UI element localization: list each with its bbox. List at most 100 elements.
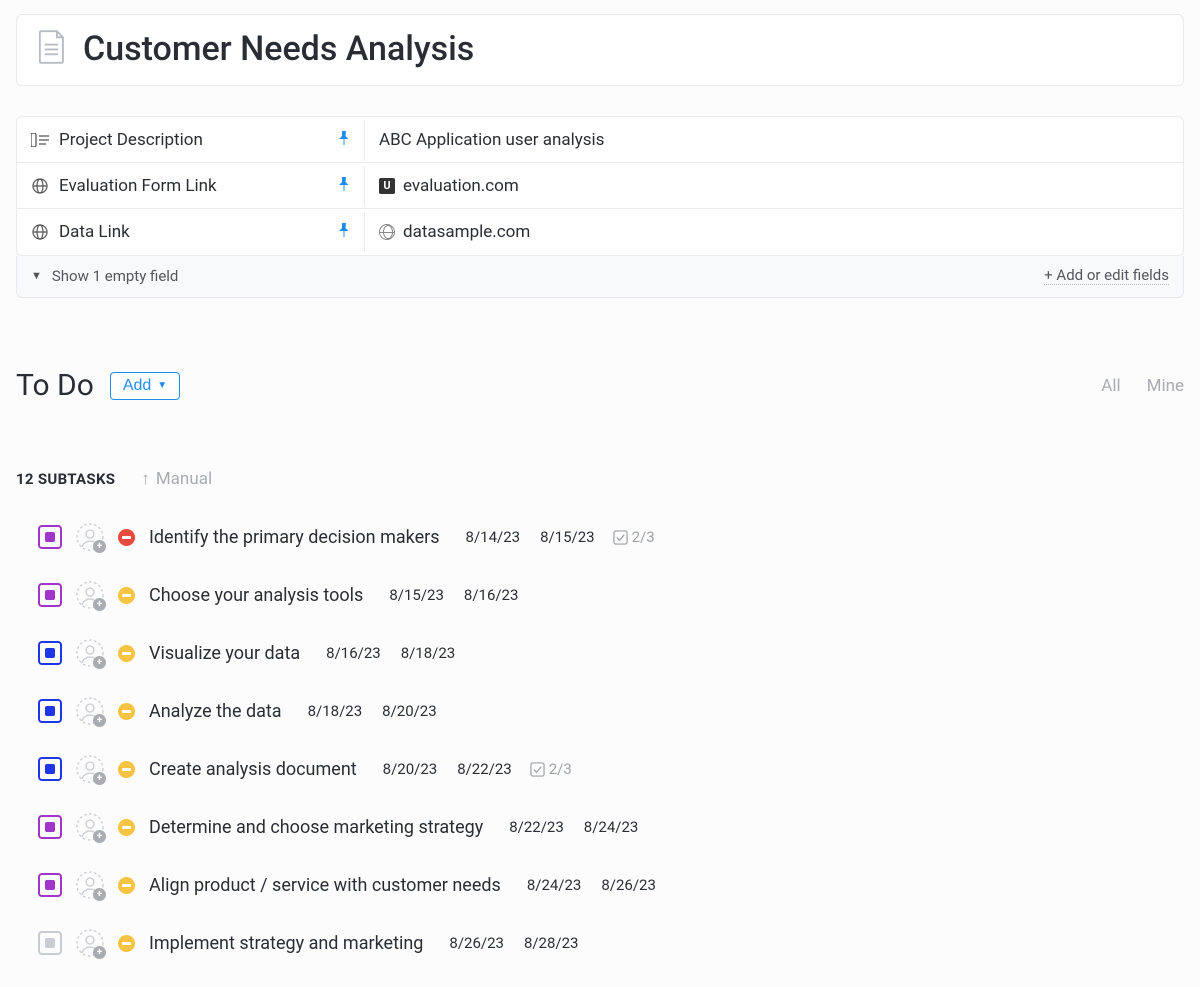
start-date: 8/20/23 <box>383 760 438 778</box>
task-dates[interactable]: 8/16/23 8/18/23 <box>326 644 455 662</box>
task-title[interactable]: Identify the primary decision makers <box>149 527 440 548</box>
plus-icon: + <box>93 772 106 785</box>
task-row: + Choose your analysis tools 8/15/238/16/2… <box>38 581 1184 609</box>
field-row: Data Link datasample.com <box>17 209 1183 255</box>
priority-badge[interactable] <box>118 935 135 952</box>
task-dates[interactable]: 8/18/23 8/20/23 <box>308 702 437 720</box>
field-value[interactable]: ABC Application user analysis <box>365 120 1183 160</box>
assignee-avatar[interactable]: + <box>76 929 104 957</box>
show-empty-fields-toggle[interactable]: ▼ Show 1 empty field <box>31 267 178 285</box>
field-label-evaluation-link[interactable]: Evaluation Form Link <box>17 166 365 206</box>
task-dates[interactable]: 8/15/238/16/23 <box>389 586 518 604</box>
plus-icon: + <box>93 714 106 727</box>
assignee-avatar[interactable]: + <box>76 581 104 609</box>
pin-icon[interactable] <box>338 177 350 195</box>
due-date: 8/28/23 <box>524 934 579 952</box>
start-date: 8/18/23 <box>308 702 363 720</box>
due-date: 8/26/23 <box>601 876 656 894</box>
priority-badge[interactable] <box>118 645 135 662</box>
subtasks-meta: 12 SUBTASKS ↑ Manual <box>16 469 1184 489</box>
field-value[interactable]: datasample.com <box>365 212 1183 252</box>
add-button[interactable]: Add ▼ <box>110 372 180 400</box>
subtasks-list: + Identify the primary decision makers 8/1… <box>16 523 1184 957</box>
assignee-avatar[interactable]: + <box>76 871 104 899</box>
field-label-data-link[interactable]: Data Link <box>17 212 365 252</box>
status-box[interactable] <box>38 525 62 549</box>
due-date: 8/18/23 <box>401 644 456 662</box>
field-value[interactable]: U evaluation.com <box>365 166 1183 206</box>
task-title[interactable]: Visualize your data <box>149 643 300 664</box>
page-title-card: Customer Needs Analysis <box>16 14 1184 86</box>
assignee-avatar[interactable]: + <box>76 639 104 667</box>
task-dates[interactable]: 8/20/238/22/23 <box>383 760 512 778</box>
task-dates[interactable]: 8/22/23 8/24/23 <box>509 818 638 836</box>
sort-toggle[interactable]: ↑ Manual <box>141 469 212 489</box>
pin-icon[interactable] <box>338 223 350 241</box>
status-box[interactable] <box>38 583 62 607</box>
task-row: + Analyze the data 8/18/23 8/20/23 <box>38 697 1184 725</box>
checklist-progress[interactable]: 2/3 <box>530 760 572 778</box>
plus-icon: + <box>93 946 106 959</box>
favicon-icon <box>379 224 395 240</box>
plus-icon: + <box>93 656 106 669</box>
chevron-down-icon: ▼ <box>157 380 167 391</box>
task-title[interactable]: Align product / service with customer ne… <box>149 875 501 896</box>
arrow-up-icon: ↑ <box>141 469 150 489</box>
priority-badge[interactable] <box>118 703 135 720</box>
task-row: + Visualize your data 8/16/23 8/18/23 <box>38 639 1184 667</box>
priority-badge[interactable] <box>118 877 135 894</box>
filter-mine[interactable]: Mine <box>1147 376 1184 396</box>
document-icon <box>37 30 67 68</box>
field-label-project-description[interactable]: Project Description <box>17 120 365 160</box>
assignee-avatar[interactable]: + <box>76 813 104 841</box>
due-date: 8/16/23 <box>464 586 519 604</box>
priority-badge[interactable] <box>118 819 135 836</box>
todo-heading: To Do <box>16 368 94 403</box>
start-date: 8/22/23 <box>509 818 564 836</box>
status-box[interactable] <box>38 873 62 897</box>
task-title[interactable]: Determine and choose marketing strategy <box>149 817 483 838</box>
assignee-avatar[interactable]: + <box>76 755 104 783</box>
status-box[interactable] <box>38 699 62 723</box>
plus-icon: + <box>93 540 106 553</box>
priority-badge[interactable] <box>118 529 135 546</box>
plus-icon: + <box>93 598 106 611</box>
field-row: Project Description ABC Application user… <box>17 117 1183 163</box>
plus-icon: + <box>93 888 106 901</box>
due-date: 8/20/23 <box>382 702 437 720</box>
task-dates[interactable]: 8/26/238/28/23 <box>449 934 578 952</box>
task-title[interactable]: Choose your analysis tools <box>149 585 363 606</box>
task-title[interactable]: Analyze the data <box>149 701 282 722</box>
todo-header: To Do Add ▼ All Mine <box>16 368 1184 403</box>
custom-fields-table: Project Description ABC Application user… <box>16 116 1184 256</box>
status-box[interactable] <box>38 641 62 665</box>
field-row: Evaluation Form Link U evaluation.com <box>17 163 1183 209</box>
globe-icon <box>31 178 49 194</box>
task-row: + Implement strategy and marketing 8/26/23… <box>38 929 1184 957</box>
todo-filters: All Mine <box>1101 376 1184 396</box>
subtasks-count: 12 SUBTASKS <box>16 470 115 488</box>
filter-all[interactable]: All <box>1101 376 1120 396</box>
start-date: 8/16/23 <box>326 644 381 662</box>
text-field-icon <box>31 133 49 147</box>
pin-icon[interactable] <box>338 131 350 149</box>
priority-badge[interactable] <box>118 761 135 778</box>
due-date: 8/24/23 <box>584 818 639 836</box>
fields-footer: ▼ Show 1 empty field + Add or edit field… <box>16 256 1184 298</box>
plus-icon: + <box>93 830 106 843</box>
task-dates[interactable]: 8/14/238/15/23 <box>466 528 595 546</box>
priority-badge[interactable] <box>118 587 135 604</box>
status-box[interactable] <box>38 757 62 781</box>
task-row: + Determine and choose marketing strategy… <box>38 813 1184 841</box>
add-edit-fields-link[interactable]: + Add or edit fields <box>1044 266 1169 285</box>
task-dates[interactable]: 8/24/238/26/23 <box>527 876 656 894</box>
assignee-avatar[interactable]: + <box>76 523 104 551</box>
checklist-progress[interactable]: 2/3 <box>613 528 655 546</box>
status-box[interactable] <box>38 815 62 839</box>
start-date: 8/14/23 <box>466 528 521 546</box>
task-title[interactable]: Create analysis document <box>149 759 357 780</box>
task-title[interactable]: Implement strategy and marketing <box>149 933 423 954</box>
assignee-avatar[interactable]: + <box>76 697 104 725</box>
status-box[interactable] <box>38 931 62 955</box>
page-title[interactable]: Customer Needs Analysis <box>83 29 474 69</box>
